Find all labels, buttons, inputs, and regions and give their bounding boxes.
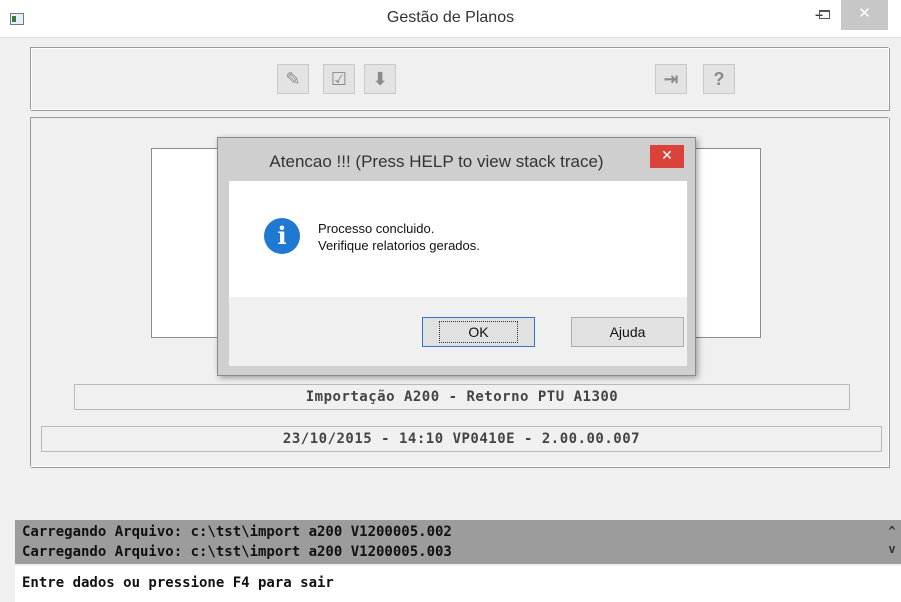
checklist-icon[interactable]: ☑ xyxy=(323,64,355,94)
alert-dialog: Atencao !!! (Press HELP to view stack tr… xyxy=(217,137,696,376)
message-line: Processo concluido. xyxy=(318,221,435,236)
log-line: Carregando Arquivo: c:\tst\import a200 V… xyxy=(22,544,452,560)
ok-button-label: OK xyxy=(439,321,518,343)
ok-button[interactable]: OK xyxy=(422,317,535,347)
log-area[interactable]: Carregando Arquivo: c:\tst\import a200 V… xyxy=(15,520,901,564)
title-bar: Gestão de Planos – ✕ xyxy=(0,0,901,38)
status-bar: Entre dados ou pressione F4 para sair xyxy=(15,566,901,602)
close-button[interactable]: ✕ xyxy=(841,0,888,30)
process-title: Importação A200 - Retorno PTU A1300 xyxy=(74,384,850,410)
log-line: Carregando Arquivo: c:\tst\import a200 V… xyxy=(22,524,452,540)
help-icon[interactable]: ? xyxy=(703,64,735,94)
edit-icon[interactable]: ✎ xyxy=(277,64,309,94)
dialog-message: Processo concluido. Verifique relatorios… xyxy=(318,220,480,254)
message-line: Verifique relatorios gerados. xyxy=(318,238,480,253)
scroll-down-icon[interactable]: v xyxy=(885,542,899,556)
dialog-body: i Processo concluido. Verifique relatori… xyxy=(229,181,687,366)
maximize-button[interactable] xyxy=(810,0,838,30)
maximize-icon xyxy=(818,10,830,19)
download-icon[interactable]: ⬇ xyxy=(364,64,396,94)
info-icon: i xyxy=(264,218,300,254)
toolbar: ✎ ☑ ⬇ ⇥ ? xyxy=(30,47,889,110)
window-title: Gestão de Planos xyxy=(386,9,515,26)
dialog-title: Atencao !!! (Press HELP to view stack tr… xyxy=(269,152,604,171)
scroll-up-icon[interactable]: ^ xyxy=(885,524,899,538)
help-button[interactable]: Ajuda xyxy=(571,317,684,347)
version-info: 23/10/2015 - 14:10 VP0410E - 2.00.00.007 xyxy=(41,426,882,452)
exit-icon[interactable]: ⇥ xyxy=(655,64,687,94)
dialog-close-button[interactable]: ✕ xyxy=(650,145,684,168)
